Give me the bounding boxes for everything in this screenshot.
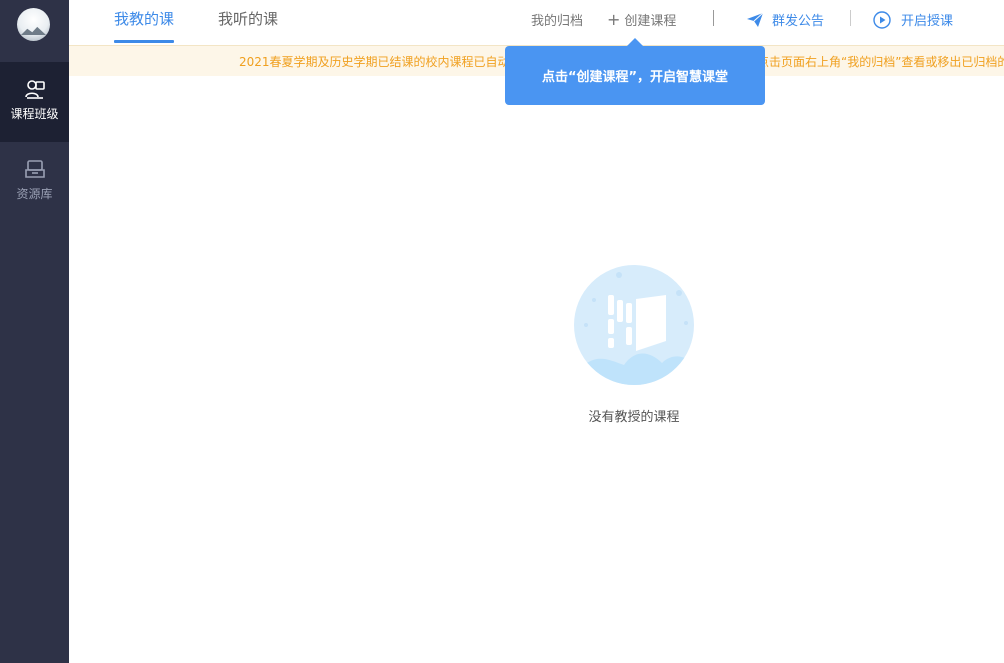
tooltip-text: 点击“创建课程”，开启智慧课堂 <box>541 70 729 85</box>
school-logo[interactable] <box>17 8 50 41</box>
sidebar: 课程班级 资源库 <box>0 0 69 663</box>
app: 课程班级 资源库 我教的课 我听的课 我的归档 + 创建课程 群发公告 开启授课… <box>0 0 1004 663</box>
create-course-tooltip: 点击“创建课程”，开启智慧课堂 <box>505 38 765 105</box>
tab-teaching[interactable]: 我教的课 <box>114 0 175 45</box>
top-bar: 我教的课 我听的课 我的归档 + 创建课程 群发公告 开启授课 <box>69 0 1004 45</box>
sidebar-item-courses[interactable]: 课程班级 <box>0 62 69 142</box>
banner-text-left: 2021春夏学期及历史学期已结课的校内课程已自动 <box>239 55 510 69</box>
divider <box>850 10 851 26</box>
play-icon <box>873 10 891 29</box>
class-icon <box>24 80 45 99</box>
sidebar-item-label: 课程班级 <box>10 107 59 121</box>
empty-illustration <box>574 265 694 385</box>
send-icon <box>747 12 764 27</box>
banner-text-right: 点击页面右上角“我的归档”查看或移出已归档的班 <box>757 55 1004 69</box>
tab-attending[interactable]: 我听的课 <box>218 0 278 45</box>
sidebar-item-resources[interactable]: 资源库 <box>0 142 69 222</box>
create-course-button[interactable]: + 创建课程 <box>607 10 677 30</box>
sidebar-item-label: 资源库 <box>16 187 53 201</box>
create-course-label: 创建课程 <box>624 14 677 29</box>
start-class-label: 开启授课 <box>901 14 954 29</box>
inbox-icon <box>24 160 45 178</box>
archive-link[interactable]: 我的归档 <box>531 10 583 29</box>
announcement-label: 群发公告 <box>772 14 825 29</box>
plus-icon: + <box>607 10 621 29</box>
empty-courses-icon <box>574 272 694 385</box>
start-class-button[interactable]: 开启授课 <box>873 10 953 29</box>
divider <box>713 10 714 26</box>
announcement-button[interactable]: 群发公告 <box>746 10 824 29</box>
empty-state-text: 没有教授的课程 <box>588 410 680 425</box>
